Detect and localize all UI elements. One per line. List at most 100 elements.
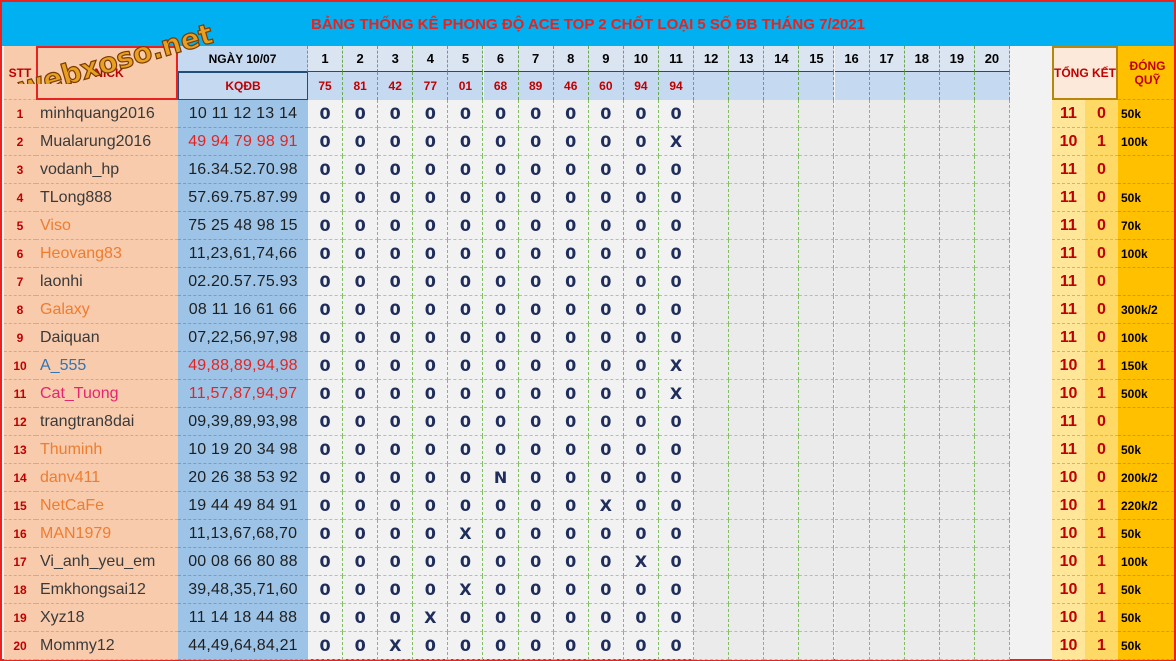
row-mark-day-12[interactable] [694,604,730,632]
row-mark-day-1[interactable]: 0 [308,156,344,184]
row-mark-day-10[interactable]: 0 [623,632,659,660]
row-mark-day-15[interactable] [799,548,835,576]
row-mark-day-5[interactable]: 0 [448,632,484,660]
row-mark-day-1[interactable]: 0 [308,604,344,632]
header-day-14[interactable]: 14 [764,46,800,72]
row-mark-day-9[interactable]: X [588,492,624,520]
row-mark-day-18[interactable] [904,212,940,240]
row-mark-day-16[interactable] [834,212,870,240]
row-mark-day-9[interactable]: 0 [588,464,624,492]
row-mark-day-19[interactable] [939,436,975,464]
row-mark-day-17[interactable] [869,408,905,436]
row-mark-day-10[interactable]: 0 [623,212,659,240]
row-mark-day-18[interactable] [904,184,940,212]
header-day-5[interactable]: 5 [448,46,484,72]
row-mark-day-3[interactable]: 0 [378,604,414,632]
header-day-4[interactable]: 4 [413,46,449,72]
row-mark-day-4[interactable]: 0 [413,100,449,128]
row-mark-day-2[interactable]: 0 [343,464,379,492]
header-day-20[interactable]: 20 [974,46,1010,72]
row-mark-day-1[interactable]: 0 [308,492,344,520]
row-mark-day-13[interactable] [729,156,765,184]
row-mark-day-10[interactable]: 0 [623,464,659,492]
row-mark-day-11[interactable]: 0 [659,296,695,324]
row-mark-day-15[interactable] [799,576,835,604]
row-mark-day-3[interactable]: 0 [378,436,414,464]
row-mark-day-20[interactable] [974,576,1010,604]
row-mark-day-19[interactable] [939,128,975,156]
row-mark-day-8[interactable]: 0 [553,464,589,492]
row-mark-day-20[interactable] [974,464,1010,492]
row-mark-day-4[interactable]: 0 [413,268,449,296]
row-mark-day-5[interactable]: 0 [448,324,484,352]
row-mark-day-15[interactable] [799,352,835,380]
row-mark-day-20[interactable] [974,128,1010,156]
row-mark-day-12[interactable] [694,268,730,296]
header-kqdb[interactable]: KQĐB [178,72,308,100]
row-mark-day-14[interactable] [764,156,800,184]
row-mark-day-1[interactable]: 0 [308,184,344,212]
row-mark-day-16[interactable] [834,436,870,464]
row-mark-day-13[interactable] [729,520,765,548]
row-mark-day-15[interactable] [799,464,835,492]
row-mark-day-13[interactable] [729,324,765,352]
row-mark-day-2[interactable]: 0 [343,268,379,296]
row-mark-day-17[interactable] [869,576,905,604]
row-mark-day-18[interactable] [904,268,940,296]
row-mark-day-6[interactable]: 0 [483,408,519,436]
row-mark-day-16[interactable] [834,576,870,604]
row-nick[interactable]: Daiquan [36,324,178,352]
row-mark-day-13[interactable] [729,576,765,604]
header-dong-quy[interactable]: ĐÓNG QUỸ [1118,46,1174,100]
row-mark-day-10[interactable]: 0 [623,380,659,408]
row-nick[interactable]: Xyz18 [36,604,178,632]
row-mark-day-13[interactable] [729,240,765,268]
row-mark-day-3[interactable]: 0 [378,184,414,212]
row-mark-day-20[interactable] [974,100,1010,128]
row-mark-day-12[interactable] [694,184,730,212]
row-mark-day-8[interactable]: 0 [553,632,589,660]
row-mark-day-8[interactable]: 0 [553,492,589,520]
row-mark-day-19[interactable] [939,100,975,128]
row-mark-day-14[interactable] [764,520,800,548]
row-nick[interactable]: A_555 [36,352,178,380]
row-mark-day-12[interactable] [694,436,730,464]
row-mark-day-10[interactable]: 0 [623,296,659,324]
header-day-7[interactable]: 7 [518,46,554,72]
row-mark-day-17[interactable] [869,520,905,548]
row-mark-day-10[interactable]: 0 [623,240,659,268]
row-mark-day-19[interactable] [939,492,975,520]
row-mark-day-19[interactable] [939,408,975,436]
row-mark-day-5[interactable]: 0 [448,408,484,436]
row-mark-day-19[interactable] [939,184,975,212]
row-mark-day-17[interactable] [869,128,905,156]
row-mark-day-15[interactable] [799,240,835,268]
row-mark-day-20[interactable] [974,380,1010,408]
row-mark-day-16[interactable] [834,408,870,436]
row-mark-day-12[interactable] [694,632,730,660]
row-mark-day-16[interactable] [834,632,870,660]
row-mark-day-18[interactable] [904,380,940,408]
row-mark-day-8[interactable]: 0 [553,296,589,324]
row-nick[interactable]: vodanh_hp [36,156,178,184]
header-nick[interactable]: NICK [36,46,178,100]
row-mark-day-10[interactable]: 0 [623,520,659,548]
header-day-15[interactable]: 15 [799,46,835,72]
row-mark-day-8[interactable]: 0 [553,436,589,464]
row-mark-day-14[interactable] [764,184,800,212]
row-mark-day-18[interactable] [904,100,940,128]
row-mark-day-19[interactable] [939,464,975,492]
row-mark-day-14[interactable] [764,604,800,632]
row-mark-day-11[interactable]: 0 [659,240,695,268]
row-mark-day-11[interactable]: 0 [659,184,695,212]
row-mark-day-2[interactable]: 0 [343,436,379,464]
header-day-18[interactable]: 18 [904,46,940,72]
row-mark-day-17[interactable] [869,296,905,324]
row-mark-day-2[interactable]: 0 [343,548,379,576]
row-mark-day-8[interactable]: 0 [553,212,589,240]
row-mark-day-10[interactable]: 0 [623,408,659,436]
header-day-1[interactable]: 1 [308,46,344,72]
row-mark-day-6[interactable]: 0 [483,240,519,268]
row-mark-day-6[interactable]: N [483,464,519,492]
row-mark-day-1[interactable]: 0 [308,380,344,408]
